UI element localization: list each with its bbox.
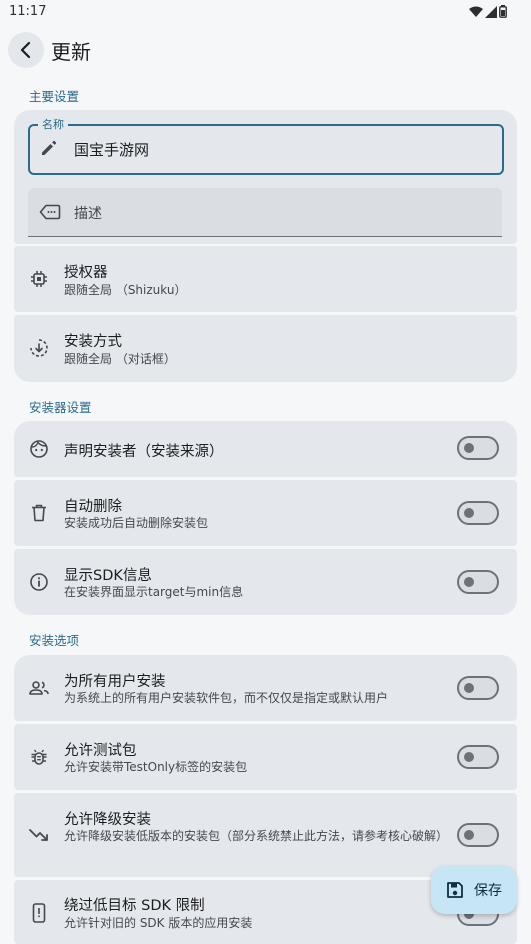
allow-test-toggle[interactable] xyxy=(457,745,499,769)
chip-icon xyxy=(29,269,49,289)
all-users-title: 为所有用户安装 xyxy=(64,674,166,690)
battery-icon xyxy=(499,5,507,18)
arrow-back-icon xyxy=(20,41,31,59)
install-download-icon xyxy=(29,338,49,358)
bypass-sdk-title: 绕过低目标 SDK 限制 xyxy=(64,898,205,914)
toggle-knob xyxy=(464,752,474,762)
delete-trash-icon xyxy=(29,503,49,523)
authorizer-subtitle: 跟随全局 （Shizuku） xyxy=(64,283,187,297)
back-button[interactable] xyxy=(8,32,44,68)
allow-test-subtitle: 允许安装带TestOnly标签的安装包 xyxy=(64,760,248,774)
info-icon xyxy=(29,572,49,592)
save-icon xyxy=(447,882,463,898)
face-icon xyxy=(29,439,49,459)
allow-downgrade-title: 允许降级安装 xyxy=(64,812,151,828)
phone-alert-icon xyxy=(29,903,49,923)
people-icon xyxy=(29,678,49,698)
status-icons xyxy=(469,5,507,18)
name-field-label: 名称 xyxy=(38,116,68,132)
show-sdk-subtitle: 在安装界面显示target与min信息 xyxy=(64,585,244,599)
all-users-toggle[interactable] xyxy=(457,676,499,700)
description-placeholder: 描述 xyxy=(74,206,102,222)
auto-delete-subtitle: 安装成功后自动删除安装包 xyxy=(64,516,209,530)
wifi-icon xyxy=(469,6,483,17)
section-options-label: 安装选项 xyxy=(29,633,80,648)
status-bar: 11:17 xyxy=(0,0,531,24)
install-mode-subtitle: 跟随全局 （对话框） xyxy=(64,352,176,366)
allow-downgrade-toggle[interactable] xyxy=(457,823,499,847)
status-time: 11:17 xyxy=(9,4,47,19)
allow-downgrade-subtitle: 允许降级安装低版本的安装包（部分系统禁止此方法，请参考核心破解） xyxy=(64,829,449,843)
bug-icon xyxy=(29,747,49,767)
trending-down-icon xyxy=(29,825,49,845)
toggle-knob xyxy=(464,683,474,693)
show-sdk-title: 显示SDK信息 xyxy=(64,568,152,584)
save-button[interactable]: 保存 xyxy=(431,866,517,914)
declare-installer-title: 声明安装者（安装来源） xyxy=(64,444,224,460)
allow-test-title: 允许测试包 xyxy=(64,743,137,759)
install-mode-title: 安装方式 xyxy=(64,334,122,350)
save-button-label: 保存 xyxy=(474,883,502,899)
toggle-knob xyxy=(464,830,474,840)
page-title: 更新 xyxy=(51,40,91,64)
app-bar: 更新 xyxy=(0,28,531,72)
name-field-value: 国宝手游网 xyxy=(74,141,150,159)
toggle-knob xyxy=(464,443,474,453)
authorizer-title: 授权器 xyxy=(64,265,108,281)
toggle-knob xyxy=(464,577,474,587)
bypass-sdk-subtitle: 允许针对旧的 SDK 版本的应用安装 xyxy=(64,916,253,930)
all-users-subtitle: 为系统上的所有用户安装软件包，而不仅仅是指定或默认用户 xyxy=(64,691,389,705)
edit-pencil-icon xyxy=(42,140,57,155)
section-installer-label: 安装器设置 xyxy=(29,400,92,415)
declare-installer-toggle[interactable] xyxy=(457,436,499,460)
auto-delete-toggle[interactable] xyxy=(457,501,499,525)
toggle-knob xyxy=(464,508,474,518)
signal-icon xyxy=(485,5,497,18)
auto-delete-title: 自动删除 xyxy=(64,499,122,515)
label-tag-icon xyxy=(39,204,61,220)
show-sdk-toggle[interactable] xyxy=(457,570,499,594)
section-main-label: 主要设置 xyxy=(29,89,80,104)
